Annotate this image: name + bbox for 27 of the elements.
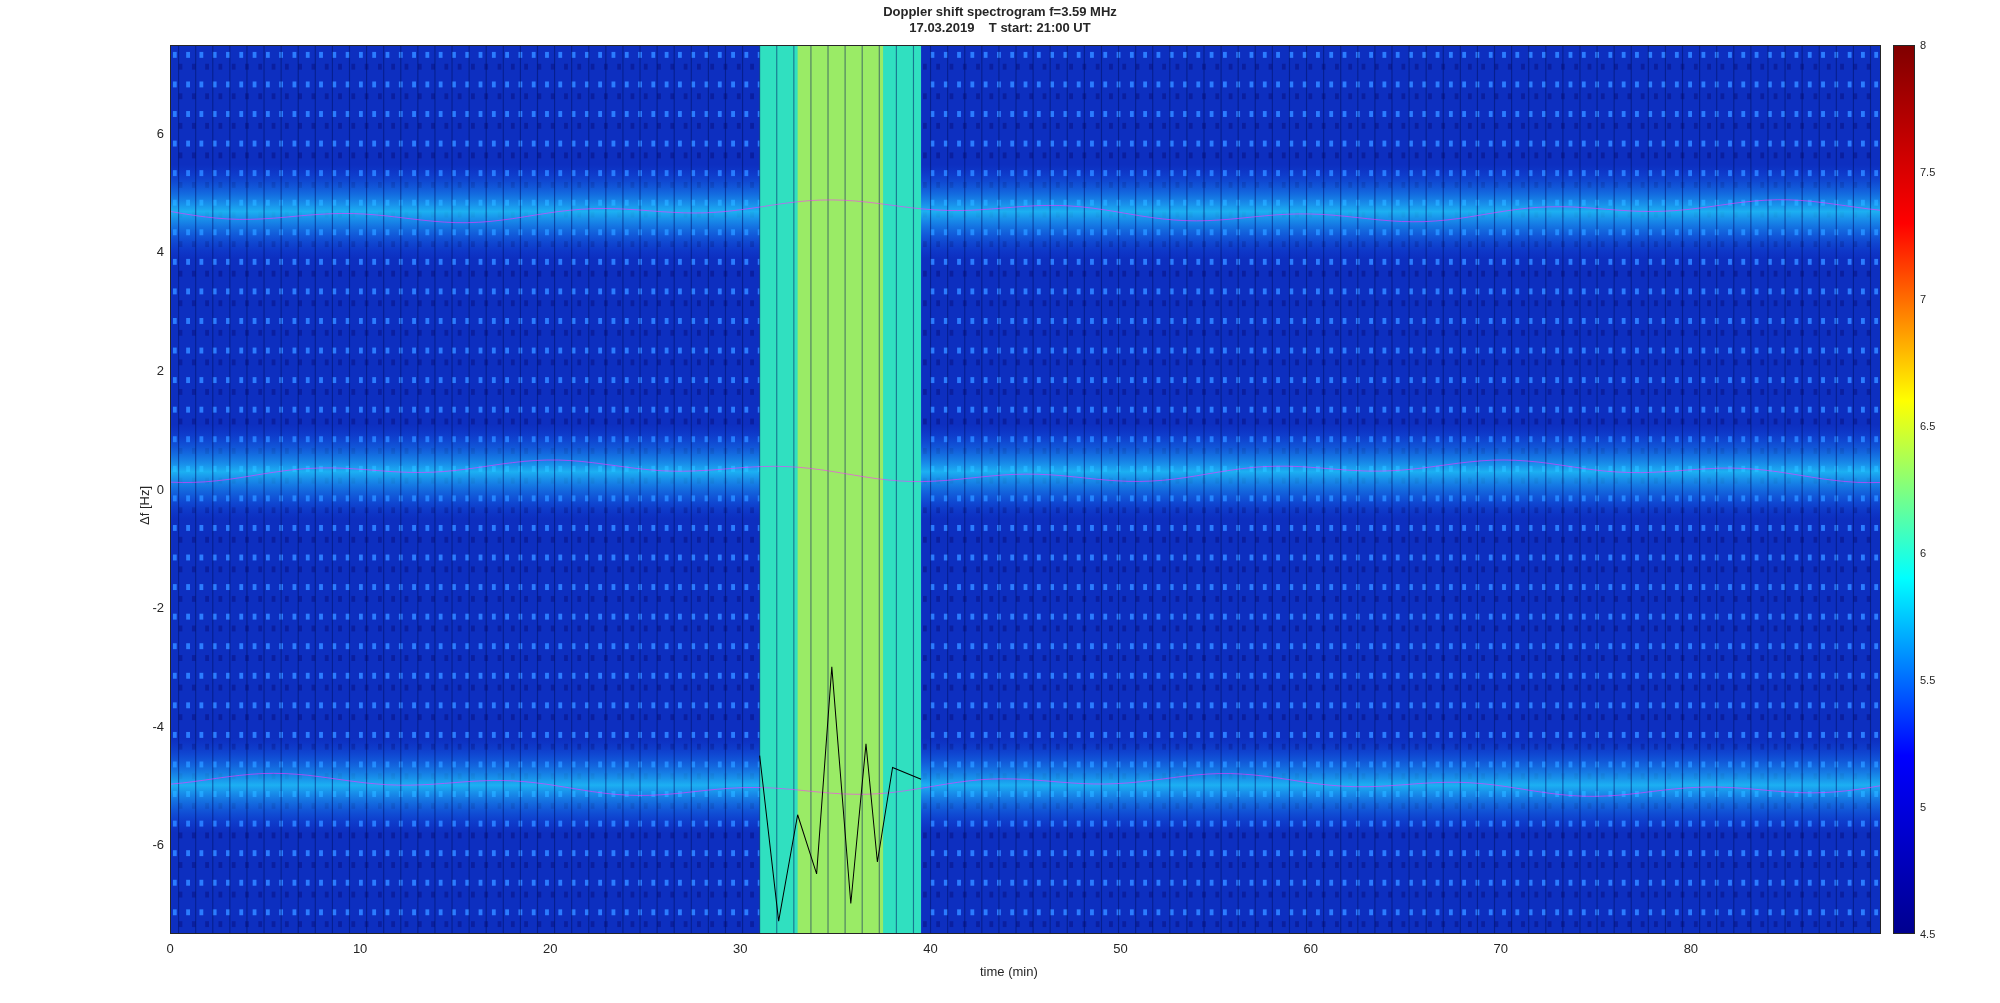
y-tick-label: -2 [151, 601, 164, 616]
chart-title: Doppler shift spectrogram f=3.59 MHz [883, 4, 1117, 20]
colorbar-tick-label: 5.5 [1920, 674, 1936, 686]
x-tick-label: 10 [351, 942, 369, 956]
colorbar-tick-label: 7.5 [1920, 166, 1936, 178]
y-tick-label: 2 [155, 363, 164, 378]
x-tick-label: 50 [1112, 942, 1129, 956]
y-tick-label: -4 [151, 719, 164, 734]
x-axis-label: time (min) [980, 964, 1038, 979]
y-tick-label: -6 [151, 838, 164, 853]
y-tick-label: 6 [155, 126, 164, 141]
x-tick-label: 60 [1302, 942, 1319, 956]
x-tick-label: 20 [542, 942, 559, 956]
colorbar-tick-label: 8 [1920, 39, 1927, 51]
x-tick-label: 0 [165, 942, 175, 956]
chart-subtitle: 17.03.2019 T start: 21:00 UT [909, 20, 1091, 36]
y-tick-label: 4 [155, 245, 164, 260]
colorbar-tick-label: 7 [1920, 293, 1927, 305]
x-tick-label: 40 [922, 942, 939, 956]
x-tick-label: 30 [732, 942, 749, 956]
x-tick-label: 70 [1492, 942, 1509, 956]
colorbar-tick-label: 6 [1920, 547, 1927, 559]
y-axis-label: Δf [Hz] [137, 485, 153, 525]
colorbar-tick-label: 5 [1920, 801, 1927, 813]
colorbar-tick-label: 6.5 [1920, 420, 1936, 432]
colorbar-tick-label: 4.5 [1920, 928, 1936, 940]
x-tick-label: 80 [1682, 942, 1700, 956]
